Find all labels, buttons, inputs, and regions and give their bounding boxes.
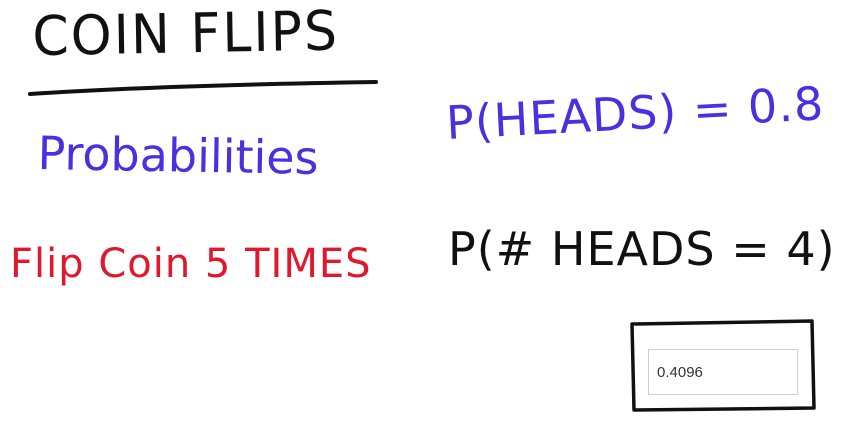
question-equation: P(# HEADS = 4) — [448, 222, 836, 276]
answer-input[interactable] — [648, 349, 798, 395]
topic-label: Probabilities — [37, 126, 320, 185]
experiment-label: Flip Coin 5 TIMES — [10, 241, 372, 287]
whiteboard-canvas: COIN FLIPS Probabilities P(HEADS) = 0.8 … — [0, 0, 846, 444]
